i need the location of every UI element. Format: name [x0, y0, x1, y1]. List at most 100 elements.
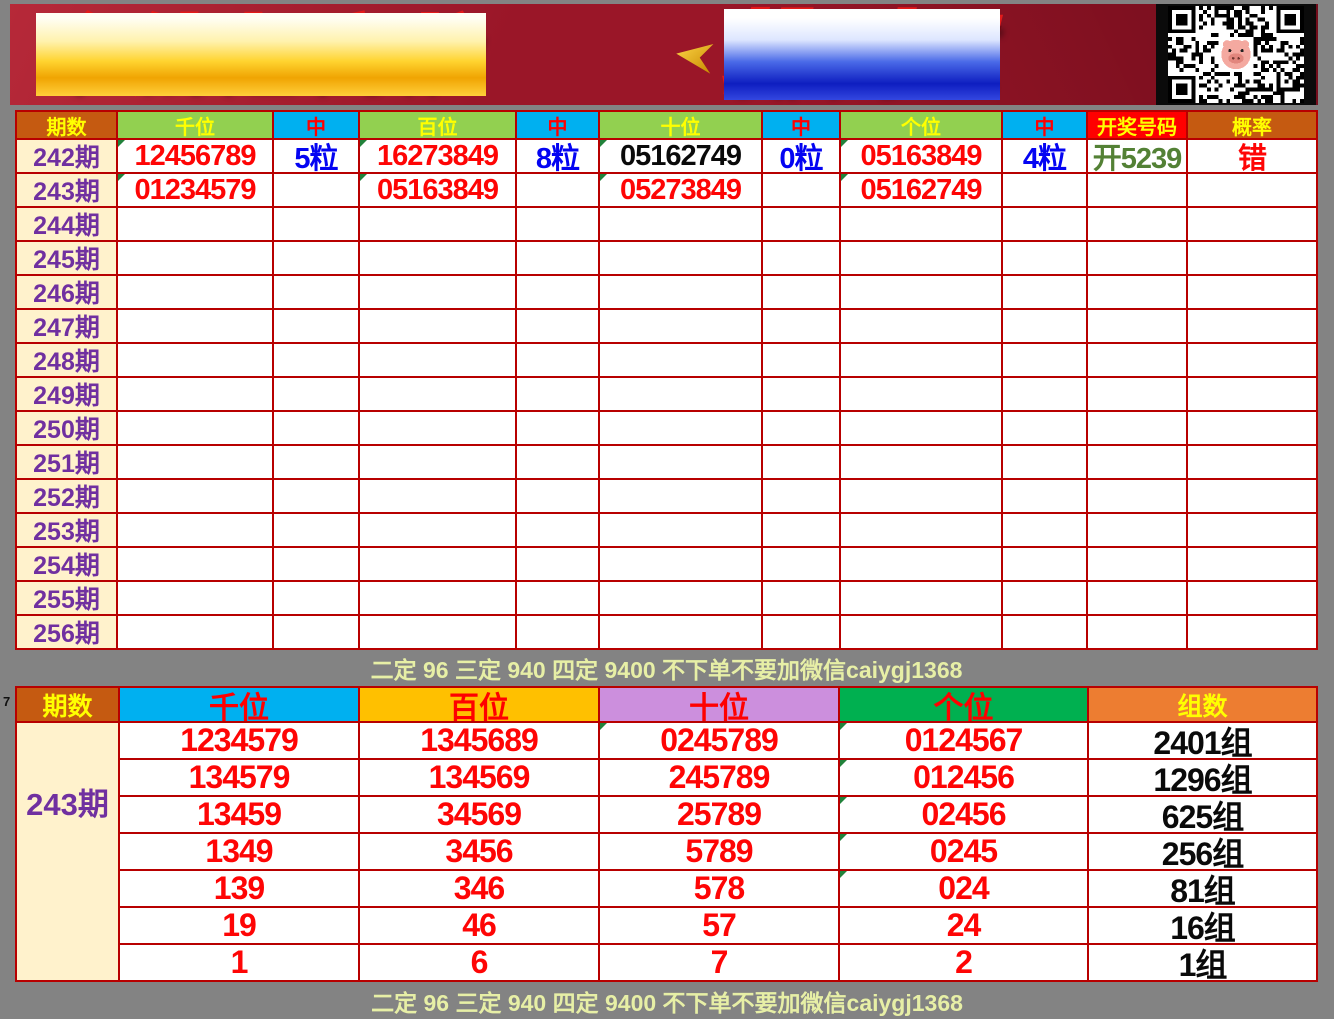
t1-data-cell — [841, 616, 1003, 650]
t1-data-cell — [1188, 276, 1318, 310]
t2-data-cell: 0245 — [840, 834, 1089, 871]
banner: 个钱起高炉 个钱起高炉 排列五 排列五 — [10, 4, 1318, 105]
t2-data-cell: 02456 — [840, 797, 1089, 834]
t1-data-cell — [274, 616, 360, 650]
t2-header-col3: 十位 — [600, 686, 840, 723]
t1-data-cell — [1188, 310, 1318, 344]
promo-text-middle: 二定 96 三定 940 四定 9400 不下单不要加微信caiygj1368 — [371, 651, 963, 685]
t2-data-cell: 134579 — [120, 760, 360, 797]
t1-data-cell — [1188, 412, 1318, 446]
t1-data-cell — [274, 446, 360, 480]
t1-data-cell — [274, 480, 360, 514]
screenshot-root: 7 个钱起高炉 个钱起高炉 排列五 排列五 期数千位中百位中十位中个位中开奖号码… — [0, 0, 1334, 1019]
t1-data-cell — [841, 344, 1003, 378]
t1-data-cell: 05163849 — [360, 174, 517, 208]
t1-data-cell — [517, 480, 600, 514]
t1-data-cell — [118, 616, 274, 650]
prediction-table: 期数千位中百位中十位中个位中开奖号码概率242期124567895粒162738… — [15, 110, 1318, 650]
t1-data-cell — [1188, 582, 1318, 616]
t1-data-cell — [841, 582, 1003, 616]
t1-data-cell — [600, 242, 763, 276]
t1-data-cell — [118, 344, 274, 378]
t1-header-col5: 十位 — [600, 110, 763, 140]
t1-header-col6: 中 — [763, 110, 841, 140]
t1-data-cell: 05162749 — [600, 140, 763, 174]
t1-data-cell — [1088, 548, 1188, 582]
banner-title-left-text: 个钱起高炉 — [36, 13, 486, 96]
t1-data-cell — [841, 310, 1003, 344]
t1-data-cell — [360, 208, 517, 242]
t1-data-cell — [600, 548, 763, 582]
t1-data-cell — [274, 514, 360, 548]
t2-data-cell: 256组 — [1089, 834, 1318, 871]
t1-data-cell — [517, 208, 600, 242]
t1-data-cell — [1088, 208, 1188, 242]
t2-data-cell: 578 — [600, 871, 840, 908]
t1-data-cell — [360, 514, 517, 548]
t2-data-cell: 25789 — [600, 797, 840, 834]
t1-data-cell — [517, 310, 600, 344]
t2-data-cell: 012456 — [840, 760, 1089, 797]
qr-code — [1156, 4, 1316, 105]
t1-data-cell — [841, 208, 1003, 242]
t2-header-col5: 组数 — [1089, 686, 1318, 723]
t1-period-cell: 254期 — [15, 548, 118, 582]
t1-data-cell — [1003, 412, 1088, 446]
promo-bar-bottom: 二定 96 三定 940 四定 9400 不下单不要加微信caiygj1368 — [0, 982, 1334, 1019]
t1-period-cell: 251期 — [15, 446, 118, 480]
t1-data-cell — [1188, 378, 1318, 412]
t1-data-cell — [763, 514, 841, 548]
t1-period-cell: 246期 — [15, 276, 118, 310]
t1-data-cell — [118, 446, 274, 480]
t1-data-cell — [517, 616, 600, 650]
t1-data-cell — [1003, 310, 1088, 344]
t1-data-cell — [763, 242, 841, 276]
t1-data-cell — [1088, 378, 1188, 412]
t1-data-cell — [360, 412, 517, 446]
qr-code-image — [1162, 6, 1310, 103]
t1-data-cell — [360, 344, 517, 378]
t2-period-cell: 243期 — [15, 723, 120, 982]
t2-data-cell: 2401组 — [1089, 723, 1318, 760]
t1-data-cell — [841, 480, 1003, 514]
group-count-table: 期数千位百位十位个位组数243期123457913456890245789012… — [15, 686, 1318, 982]
t1-data-cell — [841, 378, 1003, 412]
t1-data-cell: 错 — [1188, 140, 1318, 174]
t1-data-cell — [763, 344, 841, 378]
t1-data-cell — [517, 276, 600, 310]
t1-data-cell — [274, 548, 360, 582]
t1-data-cell — [600, 446, 763, 480]
t1-data-cell — [118, 582, 274, 616]
t1-data-cell — [1188, 242, 1318, 276]
t1-data-cell — [1003, 616, 1088, 650]
t1-data-cell — [763, 310, 841, 344]
t1-data-cell — [1088, 242, 1188, 276]
t1-data-cell — [360, 616, 517, 650]
t2-data-cell: 81组 — [1089, 871, 1318, 908]
t1-header-col8: 中 — [1003, 110, 1088, 140]
t2-data-cell: 1 — [120, 945, 360, 982]
t1-data-cell — [1003, 344, 1088, 378]
t1-data-cell — [118, 480, 274, 514]
t1-data-cell — [274, 276, 360, 310]
t2-data-cell: 1349 — [120, 834, 360, 871]
t1-data-cell — [360, 310, 517, 344]
t2-data-cell: 0124567 — [840, 723, 1089, 760]
t1-data-cell — [1088, 310, 1188, 344]
t2-data-cell: 245789 — [600, 760, 840, 797]
t1-data-cell — [600, 344, 763, 378]
t1-data-cell — [841, 276, 1003, 310]
t2-header-col2: 百位 — [360, 686, 600, 723]
banner-title-left: 个钱起高炉 个钱起高炉 — [36, 18, 486, 92]
t1-data-cell — [841, 514, 1003, 548]
t1-data-cell — [118, 548, 274, 582]
t1-period-cell: 255期 — [15, 582, 118, 616]
t1-data-cell — [1088, 616, 1188, 650]
t2-data-cell: 139 — [120, 871, 360, 908]
t1-data-cell — [763, 208, 841, 242]
t2-data-cell: 7 — [600, 945, 840, 982]
t1-data-cell — [763, 548, 841, 582]
t2-data-cell: 346 — [360, 871, 600, 908]
t1-period-cell: 243期 — [15, 174, 118, 208]
t2-data-cell: 5789 — [600, 834, 840, 871]
